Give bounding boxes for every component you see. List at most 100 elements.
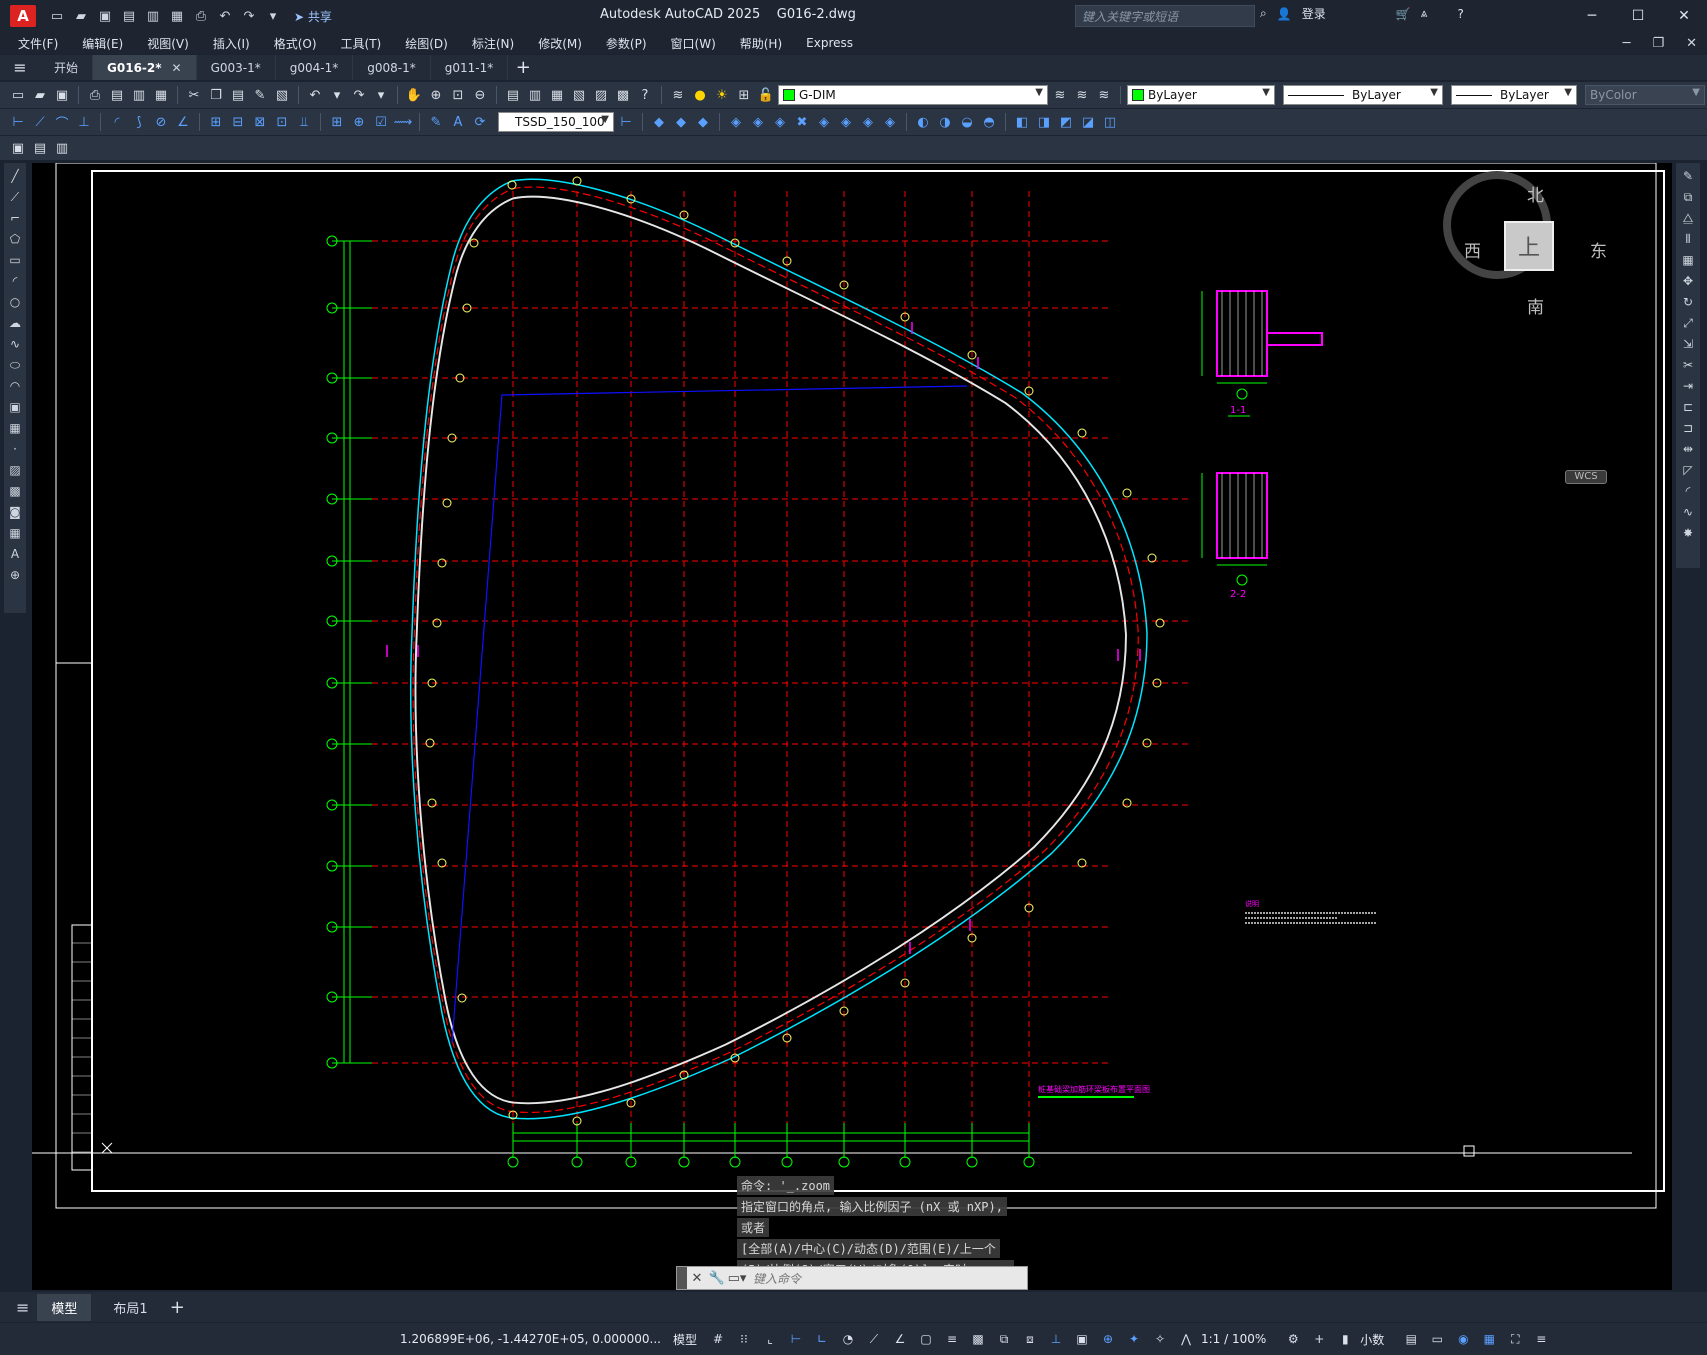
menu-item-help[interactable]: 帮助(H) [740,35,782,52]
quick-dim-icon[interactable]: ⊞ [206,112,226,132]
hatch-icon[interactable]: ▨ [6,461,24,479]
menu-item-format[interactable]: 格式(O) [274,35,317,52]
make-block-icon[interactable]: ▦ [6,419,24,437]
workspace-tool-1-icon[interactable]: ▣ [8,138,28,158]
open-folder-icon[interactable]: ▰ [70,5,92,27]
break-dim-icon[interactable]: ⫫ [294,112,314,132]
menu-item-edit[interactable]: 编辑(E) [82,35,123,52]
table-icon[interactable]: ▦ [6,524,24,542]
customize-dropdown-icon[interactable]: ▾ [262,5,284,27]
extend-icon[interactable]: ⇥ [1679,377,1697,395]
search-icon[interactable]: ⌕ [1260,6,1267,21]
layer-on-icon[interactable]: ● [690,85,710,105]
line-icon[interactable]: ╱ [6,167,24,185]
sheet-set-icon[interactable]: ▧ [569,85,589,105]
autodesk-a360-icon[interactable]: ⩓ [1421,6,1428,21]
selection-filter-icon[interactable]: ▣ [1073,1330,1091,1348]
break-at-point-icon[interactable]: ⊏ [1679,398,1697,416]
multiline-text-icon[interactable]: A [6,545,24,563]
region-icon[interactable]: ◙ [6,503,24,521]
recent-commands-icon[interactable]: ▭▾ [727,1271,747,1286]
transparency-icon[interactable]: ▩ [969,1330,987,1348]
cut-icon[interactable]: ✂ [184,85,204,105]
dimstyle-dropdown[interactable]: TSSD_150_100 ▼ [498,112,614,132]
annotation-scale-icon[interactable]: ⋀ [1177,1330,1195,1348]
infer-icon[interactable]: ⌞ [761,1330,779,1348]
add-scale-icon[interactable]: + [1310,1330,1328,1348]
quick-properties-icon[interactable]: ▤ [1402,1330,1420,1348]
markup-icon[interactable]: ▨ [591,85,611,105]
tab-g011-1[interactable]: g011-1* [431,55,509,80]
dim-edit-icon[interactable]: ✎ [426,112,446,132]
point-icon[interactable]: · [6,440,24,458]
3d-osnap-icon[interactable]: ⧈ [1021,1330,1039,1348]
arc-length-icon[interactable]: ⌒ [52,112,72,132]
save-icon[interactable]: ▣ [94,5,116,27]
customize-command-icon[interactable]: 🔧 [707,1271,727,1286]
print-icon[interactable]: ⎙ [190,5,212,27]
menu-item-express[interactable]: Express [806,36,853,50]
linetype-dropdown[interactable]: ByLayer ▼ [1283,85,1443,105]
insert-block-icon[interactable]: ▣ [6,398,24,416]
dim-text-edit-icon[interactable]: A [448,112,468,132]
design-center-icon[interactable]: ▥ [525,85,545,105]
hamburger-menu-icon[interactable]: ≡ [0,58,40,77]
tool-palettes-icon[interactable]: ▦ [547,85,567,105]
block-editor-icon[interactable]: ▧ [272,85,292,105]
modify-tool-6-icon[interactable]: ◈ [770,112,790,132]
lineweight-dropdown[interactable]: ByLayer ▼ [1451,85,1577,105]
modify-tool-16-icon[interactable]: ◧ [1012,112,1032,132]
blend-curves-icon[interactable]: ∿ [1679,503,1697,521]
compass-south-label[interactable]: 南 [1527,293,1544,318]
ordinate-dim-icon[interactable]: ⊥ [74,112,94,132]
polygon-icon[interactable]: ⬠ [6,230,24,248]
dynamic-ucs-icon[interactable]: ⊥ [1047,1330,1065,1348]
pan-icon[interactable]: ✋ [404,85,424,105]
modify-tool-10-icon[interactable]: ◈ [858,112,878,132]
close-command-icon[interactable]: ✕ [687,1271,707,1286]
modify-tool-4-icon[interactable]: ◈ [726,112,746,132]
modify-tool-11-icon[interactable]: ◈ [880,112,900,132]
tolerance-icon[interactable]: ⊞ [327,112,347,132]
angular-dim-icon[interactable]: ∠ [173,112,193,132]
jogged-linear-icon[interactable]: ⟿ [393,112,413,132]
isodraft-icon[interactable]: ⟋ [865,1330,883,1348]
lineweight-icon[interactable]: ≡ [943,1330,961,1348]
spline-icon[interactable]: ∿ [6,335,24,353]
continue-dim-icon[interactable]: ⊠ [250,112,270,132]
doc-restore-icon[interactable]: ❐ [1652,36,1664,51]
chamfer-icon[interactable]: ◸ [1679,461,1697,479]
undo-icon[interactable]: ↶ [305,85,325,105]
diameter-dim-icon[interactable]: ⊘ [151,112,171,132]
object-snap-tracking-icon[interactable]: ∠ [891,1330,909,1348]
workspace-switch-icon[interactable]: ⚙ [1284,1330,1302,1348]
qnew-icon[interactable]: ▭ [8,85,28,105]
gizmo-icon[interactable]: ⊕ [1099,1330,1117,1348]
menu-item-parametric[interactable]: 参数(P) [606,35,647,52]
coordinate-readout[interactable]: 1.206899E+06, -1.44270E+05, 0.000000... [400,1332,661,1346]
modify-tool-5-icon[interactable]: ◈ [748,112,768,132]
help-icon[interactable]: ? [1457,7,1463,21]
annotation-scale-value[interactable]: 1:1 / 100% [1201,1332,1266,1346]
tab-model[interactable]: 模型 [37,1293,92,1321]
share-button[interactable]: ➤ 共享 [294,8,332,25]
modify-tool-1-icon[interactable]: ◆ [649,112,669,132]
save-icon[interactable]: ▣ [52,85,72,105]
customization-icon[interactable]: ≡ [1532,1330,1550,1348]
compass-west-label[interactable]: 西 [1464,237,1481,262]
trim-icon[interactable]: ✂ [1679,356,1697,374]
login-link[interactable]: 登录 [1302,5,1326,22]
grid-icon[interactable]: # [709,1330,727,1348]
user-icon[interactable]: 👤 [1277,7,1292,21]
modify-tool-13-icon[interactable]: ◑ [935,112,955,132]
layer-dropdown[interactable]: G-DIM ▼ [778,85,1048,105]
clean-screen-icon[interactable]: ⛶ [1506,1330,1524,1348]
save-as-icon[interactable]: ▤ [118,5,140,27]
revcloud-icon[interactable]: ☁ [6,314,24,332]
plot-icon[interactable]: ⎙ [85,85,105,105]
modify-tool-8-icon[interactable]: ◈ [814,112,834,132]
redo-icon[interactable]: ↷ [238,5,260,27]
tab-g004-1[interactable]: g004-1* [276,55,354,80]
command-input[interactable]: 键入命令 [747,1270,1027,1287]
rotate-icon[interactable]: ↻ [1679,293,1697,311]
